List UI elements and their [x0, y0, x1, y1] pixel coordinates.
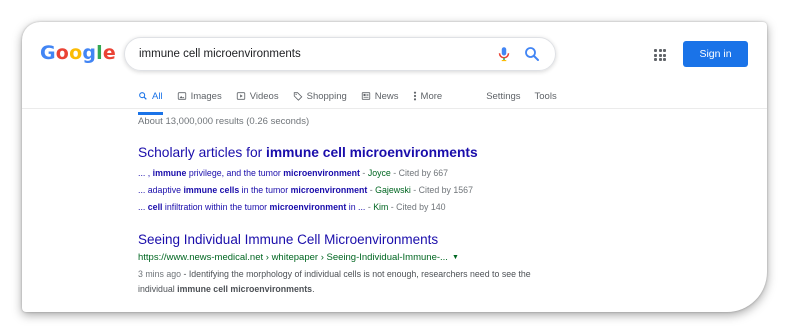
snippet-text: ... , [138, 168, 153, 178]
logo-letter: g [82, 42, 97, 64]
result-stats: About 13,000,000 results (0.26 seconds) [138, 116, 310, 127]
scholarly-heading-query: immune cell microenvironments [266, 145, 478, 160]
search-icon[interactable] [523, 45, 541, 63]
snippet-bold: microenvironment [269, 202, 347, 212]
video-icon [236, 91, 246, 101]
snippet-bold: immune cell microenvironments [177, 284, 313, 294]
snippet-text: infiltration within the tumor [162, 202, 270, 212]
tab-label: Tools [534, 90, 557, 102]
search-input[interactable]: immune cell microenvironments [125, 48, 495, 60]
more-vert-icon [413, 91, 417, 101]
result-date: 3 mins ago [138, 269, 182, 279]
browser-frame: Google immune cell microenvironments Sig… [22, 22, 767, 312]
microphone-icon[interactable] [495, 44, 513, 64]
search-tabs: All Images Videos Shopping News More Set… [138, 86, 571, 115]
result-url-text: https://www.news-medical.net › whitepape… [138, 252, 448, 263]
google-logo[interactable]: Google [40, 42, 116, 64]
tabs-divider [22, 108, 767, 109]
snippet-text: in the tumor [239, 185, 291, 195]
scholarly-heading-link[interactable]: Scholarly articles for immune cell micro… [138, 145, 478, 160]
snippet-text: ... adaptive [138, 185, 184, 195]
scholarly-author[interactable]: Kim [373, 202, 388, 212]
snippet-text: ... [138, 202, 148, 212]
logo-letter: e [102, 42, 116, 64]
scholarly-author[interactable]: Joyce [368, 168, 391, 178]
tab-more[interactable]: More [413, 86, 443, 106]
logo-letter: o [55, 42, 70, 64]
tab-label: Shopping [306, 90, 347, 102]
tab-videos[interactable]: Videos [236, 86, 279, 106]
tab-label: News [374, 90, 399, 102]
news-icon [361, 91, 371, 101]
cited-by-link[interactable]: Cited by 667 [399, 168, 448, 178]
logo-letter: o [69, 42, 83, 64]
tab-settings[interactable]: Settings [486, 86, 520, 106]
scholarly-item[interactable]: ... adaptive immune cells in the tumor m… [138, 185, 473, 195]
tab-label: All [152, 90, 163, 102]
tab-all[interactable]: All [138, 86, 163, 115]
tag-icon [293, 91, 303, 101]
scholarly-heading-prefix: Scholarly articles for [138, 145, 267, 160]
tab-shopping[interactable]: Shopping [293, 86, 347, 106]
snippet-text: . [312, 284, 315, 294]
search-icon [138, 91, 148, 101]
scholarly-item[interactable]: ... , immune privilege, and the tumor mi… [138, 168, 448, 178]
logo-letter: G [40, 42, 56, 64]
tab-tools[interactable]: Tools [535, 86, 557, 106]
cited-by-link[interactable]: Cited by 140 [396, 202, 445, 212]
tab-label: More [420, 90, 443, 102]
logo-letter: l [96, 42, 103, 64]
dropdown-caret-icon[interactable]: ▼ [452, 254, 459, 261]
result-url[interactable]: https://www.news-medical.net › whitepape… [138, 252, 459, 263]
result-title-link[interactable]: Seeing Individual Immune Cell Microenvir… [138, 232, 438, 247]
scholarly-author[interactable]: Gajewski [375, 185, 411, 195]
tab-label: Images [190, 90, 222, 102]
apps-grid-icon[interactable] [654, 49, 666, 61]
image-icon [177, 91, 187, 101]
tab-news[interactable]: News [361, 86, 399, 106]
snippet-bold: immune [152, 168, 187, 178]
scholarly-item[interactable]: ... cell infiltration within the tumor m… [138, 202, 446, 212]
sign-in-button[interactable]: Sign in [683, 41, 748, 67]
snippet-bold: microenvironment [283, 168, 360, 178]
cited-by-link[interactable]: Cited by 1567 [419, 185, 473, 195]
tab-label: Settings [486, 90, 521, 102]
snippet-text: in ... [346, 202, 368, 212]
tab-images[interactable]: Images [177, 86, 222, 106]
search-box[interactable]: immune cell microenvironments [124, 37, 556, 71]
snippet-text: privilege, and the tumor [186, 168, 284, 178]
snippet-bold: cell [147, 202, 163, 212]
snippet-bold: microenvironment [290, 185, 368, 195]
result-snippet: 3 mins ago - Identifying the morphology … [138, 267, 548, 297]
snippet-bold: immune cells [183, 185, 240, 195]
tab-label: Videos [249, 90, 279, 102]
